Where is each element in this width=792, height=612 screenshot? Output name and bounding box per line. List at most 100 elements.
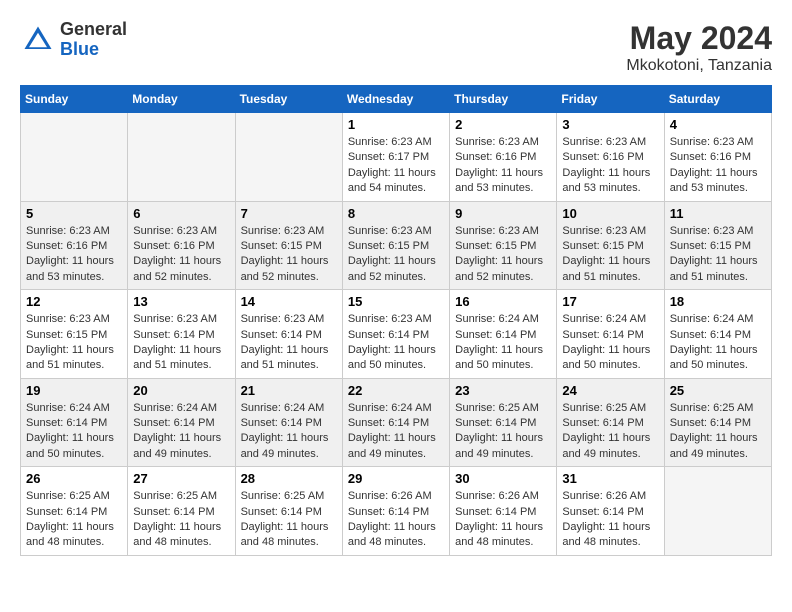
calendar-cell: 10Sunrise: 6:23 AM Sunset: 6:15 PM Dayli…: [557, 201, 664, 290]
calendar-cell: 12 Sunrise: 6:23 AM Sunset: 6:15 PM Dayli…: [21, 290, 128, 379]
day-number: 7: [241, 206, 337, 221]
day-info: Sunrise: 6:23 AM Sunset: 6:15 PM Dayligh…: [26, 312, 122, 374]
day-number: 9: [455, 206, 551, 221]
calendar-week-5: 26 Sunrise: 6:25 AM Sunset: 6:14 PM Dayli…: [21, 467, 772, 556]
day-info: Sunrise: 6:23 AM Sunset: 6:16 PM Dayligh…: [26, 224, 122, 286]
calendar-cell: 8 Sunrise: 6:23 AM Sunset: 6:15 PM Daylig…: [342, 201, 449, 290]
day-number: 11: [670, 206, 766, 221]
day-info: Sunrise: 6:25 AM Sunset: 6:14 PM Dayligh…: [133, 489, 229, 551]
day-info: Sunrise: 6:24 AM Sunset: 6:14 PM Dayligh…: [348, 401, 444, 463]
day-number: 10: [562, 206, 658, 221]
day-number: 21: [241, 383, 337, 398]
calendar-cell: 20 Sunrise: 6:24 AM Sunset: 6:14 PM Dayli…: [128, 378, 235, 467]
day-info: Sunrise: 6:24 AM Sunset: 6:14 PM Dayligh…: [133, 401, 229, 463]
day-info: Sunrise: 6:25 AM Sunset: 6:14 PM Dayligh…: [241, 489, 337, 551]
day-header-thursday: Thursday: [450, 86, 557, 113]
day-header-saturday: Saturday: [664, 86, 771, 113]
calendar-cell: [21, 113, 128, 202]
calendar-cell: 23Sunrise: 6:25 AM Sunset: 6:14 PM Dayli…: [450, 378, 557, 467]
calendar-cell: [664, 467, 771, 556]
day-info: Sunrise: 6:24 AM Sunset: 6:14 PM Dayligh…: [241, 401, 337, 463]
calendar-cell: 18Sunrise: 6:24 AM Sunset: 6:14 PM Dayli…: [664, 290, 771, 379]
day-number: 3: [562, 117, 658, 132]
day-info: Sunrise: 6:25 AM Sunset: 6:14 PM Dayligh…: [455, 401, 551, 463]
day-number: 4: [670, 117, 766, 132]
day-info: Sunrise: 6:23 AM Sunset: 6:14 PM Dayligh…: [241, 312, 337, 374]
day-number: 19: [26, 383, 122, 398]
day-info: Sunrise: 6:25 AM Sunset: 6:14 PM Dayligh…: [670, 401, 766, 463]
calendar-cell: 9Sunrise: 6:23 AM Sunset: 6:15 PM Daylig…: [450, 201, 557, 290]
day-info: Sunrise: 6:25 AM Sunset: 6:14 PM Dayligh…: [26, 489, 122, 551]
calendar-week-1: 1Sunrise: 6:23 AM Sunset: 6:17 PM Daylig…: [21, 113, 772, 202]
day-number: 20: [133, 383, 229, 398]
day-number: 13: [133, 294, 229, 309]
calendar-cell: 7Sunrise: 6:23 AM Sunset: 6:15 PM Daylig…: [235, 201, 342, 290]
month-year: May 2024: [626, 20, 772, 57]
day-number: 15: [348, 294, 444, 309]
day-number: 12: [26, 294, 122, 309]
calendar-header-row: SundayMondayTuesdayWednesdayThursdayFrid…: [21, 86, 772, 113]
day-number: 16: [455, 294, 551, 309]
calendar-cell: 21 Sunrise: 6:24 AM Sunset: 6:14 PM Dayli…: [235, 378, 342, 467]
day-number: 26: [26, 471, 122, 486]
calendar-cell: [128, 113, 235, 202]
day-info: Sunrise: 6:25 AM Sunset: 6:14 PM Dayligh…: [562, 401, 658, 463]
day-number: 18: [670, 294, 766, 309]
calendar-cell: 25 Sunrise: 6:25 AM Sunset: 6:14 PM Dayli…: [664, 378, 771, 467]
day-number: 14: [241, 294, 337, 309]
calendar-cell: 5 Sunrise: 6:23 AM Sunset: 6:16 PM Daylig…: [21, 201, 128, 290]
calendar-cell: 17 Sunrise: 6:24 AM Sunset: 6:14 PM Dayli…: [557, 290, 664, 379]
day-number: 8: [348, 206, 444, 221]
day-number: 24: [562, 383, 658, 398]
day-info: Sunrise: 6:24 AM Sunset: 6:14 PM Dayligh…: [26, 401, 122, 463]
day-info: Sunrise: 6:23 AM Sunset: 6:16 PM Dayligh…: [133, 224, 229, 286]
day-info: Sunrise: 6:23 AM Sunset: 6:17 PM Dayligh…: [348, 135, 444, 197]
calendar-cell: 27 Sunrise: 6:25 AM Sunset: 6:14 PM Dayli…: [128, 467, 235, 556]
logo-blue: Blue: [60, 40, 127, 60]
day-header-tuesday: Tuesday: [235, 86, 342, 113]
location: Mkokotoni, Tanzania: [626, 57, 772, 75]
calendar-cell: 6Sunrise: 6:23 AM Sunset: 6:16 PM Daylig…: [128, 201, 235, 290]
calendar-cell: 16 Sunrise: 6:24 AM Sunset: 6:14 PM Dayli…: [450, 290, 557, 379]
page-header: General Blue May 2024 Mkokotoni, Tanzani…: [20, 20, 772, 75]
day-number: 25: [670, 383, 766, 398]
logo-text: General Blue: [60, 20, 127, 60]
calendar-cell: 4Sunrise: 6:23 AM Sunset: 6:16 PM Daylig…: [664, 113, 771, 202]
day-info: Sunrise: 6:23 AM Sunset: 6:14 PM Dayligh…: [133, 312, 229, 374]
day-number: 28: [241, 471, 337, 486]
day-number: 31: [562, 471, 658, 486]
calendar-cell: 28 Sunrise: 6:25 AM Sunset: 6:14 PM Dayli…: [235, 467, 342, 556]
day-info: Sunrise: 6:24 AM Sunset: 6:14 PM Dayligh…: [455, 312, 551, 374]
day-number: 30: [455, 471, 551, 486]
logo: General Blue: [20, 20, 127, 60]
calendar-cell: 30 Sunrise: 6:26 AM Sunset: 6:14 PM Dayli…: [450, 467, 557, 556]
day-header-monday: Monday: [128, 86, 235, 113]
calendar-cell: 15Sunrise: 6:23 AM Sunset: 6:14 PM Dayli…: [342, 290, 449, 379]
calendar-cell: 13 Sunrise: 6:23 AM Sunset: 6:14 PM Dayli…: [128, 290, 235, 379]
day-number: 27: [133, 471, 229, 486]
day-info: Sunrise: 6:23 AM Sunset: 6:15 PM Dayligh…: [348, 224, 444, 286]
calendar-week-2: 5 Sunrise: 6:23 AM Sunset: 6:16 PM Daylig…: [21, 201, 772, 290]
title-block: May 2024 Mkokotoni, Tanzania: [626, 20, 772, 75]
calendar-table: SundayMondayTuesdayWednesdayThursdayFrid…: [20, 85, 772, 556]
day-number: 17: [562, 294, 658, 309]
calendar-cell: 2Sunrise: 6:23 AM Sunset: 6:16 PM Daylig…: [450, 113, 557, 202]
day-info: Sunrise: 6:24 AM Sunset: 6:14 PM Dayligh…: [562, 312, 658, 374]
day-info: Sunrise: 6:26 AM Sunset: 6:14 PM Dayligh…: [562, 489, 658, 551]
day-header-sunday: Sunday: [21, 86, 128, 113]
day-number: 5: [26, 206, 122, 221]
day-info: Sunrise: 6:23 AM Sunset: 6:16 PM Dayligh…: [562, 135, 658, 197]
day-number: 22: [348, 383, 444, 398]
calendar-cell: 14 Sunrise: 6:23 AM Sunset: 6:14 PM Dayli…: [235, 290, 342, 379]
calendar-week-3: 12 Sunrise: 6:23 AM Sunset: 6:15 PM Dayli…: [21, 290, 772, 379]
day-info: Sunrise: 6:26 AM Sunset: 6:14 PM Dayligh…: [455, 489, 551, 551]
day-info: Sunrise: 6:26 AM Sunset: 6:14 PM Dayligh…: [348, 489, 444, 551]
calendar-cell: 29Sunrise: 6:26 AM Sunset: 6:14 PM Dayli…: [342, 467, 449, 556]
day-info: Sunrise: 6:23 AM Sunset: 6:15 PM Dayligh…: [670, 224, 766, 286]
calendar-cell: 1Sunrise: 6:23 AM Sunset: 6:17 PM Daylig…: [342, 113, 449, 202]
calendar-cell: 24 Sunrise: 6:25 AM Sunset: 6:14 PM Dayli…: [557, 378, 664, 467]
day-header-wednesday: Wednesday: [342, 86, 449, 113]
calendar-week-4: 19 Sunrise: 6:24 AM Sunset: 6:14 PM Dayli…: [21, 378, 772, 467]
calendar-cell: 31 Sunrise: 6:26 AM Sunset: 6:14 PM Dayli…: [557, 467, 664, 556]
logo-general: General: [60, 20, 127, 40]
